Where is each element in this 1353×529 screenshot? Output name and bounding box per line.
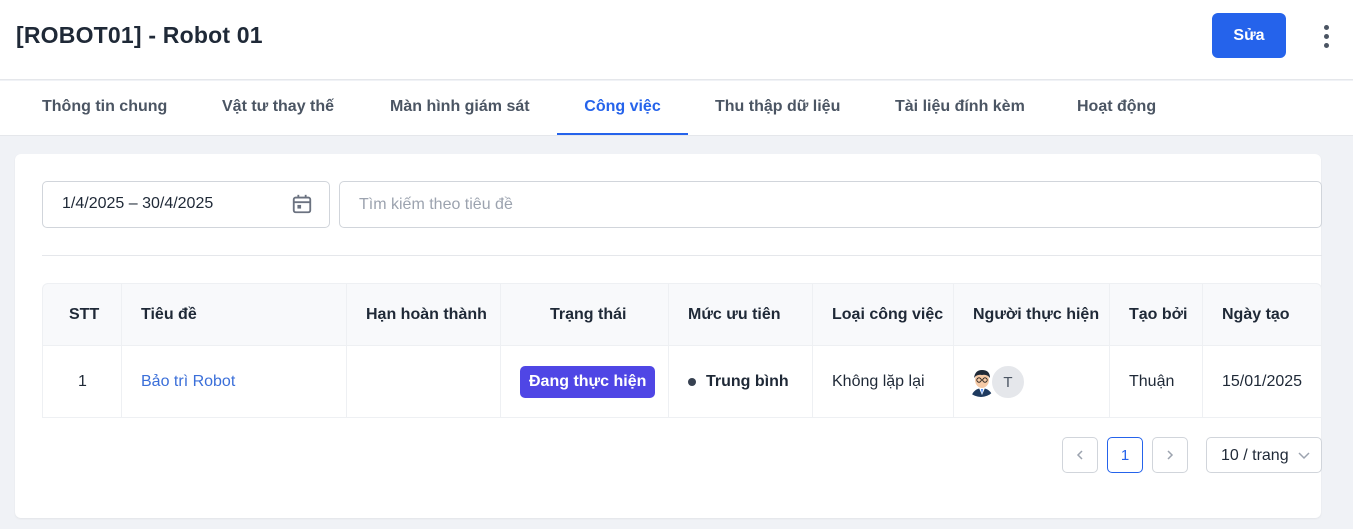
tab-activity[interactable]: Hoạt động [1077, 81, 1156, 135]
page-header: [ROBOT01] - Robot 01 Sửa [0, 0, 1353, 80]
column-header-priority: Mức ưu tiên [688, 306, 781, 323]
date-range-picker[interactable]: 1/4/2025 – 30/4/2025 [42, 181, 330, 228]
table-header: STT Tiêu đề Hạn hoàn thành Trạng thái Mứ… [42, 283, 1322, 346]
tab-replacement-parts[interactable]: Vật tư thay thế [222, 81, 334, 135]
cell-stt: 1 [78, 372, 87, 390]
column-divider [812, 283, 813, 418]
tab-tasks[interactable]: Công việc [557, 81, 688, 135]
chevron-right-icon [1167, 450, 1174, 460]
tab-monitoring-screen[interactable]: Màn hình giám sát [390, 81, 530, 135]
edit-button[interactable]: Sửa [1212, 13, 1286, 58]
table-row[interactable]: 1 Bảo trì Robot Đang thực hiện Trung bìn… [42, 346, 1322, 418]
priority-label: Trung bình [706, 372, 789, 390]
cell-priority: Trung bình [688, 346, 789, 417]
cell-status: Đang thực hiện [520, 346, 656, 417]
prev-page-button[interactable] [1062, 437, 1098, 473]
column-header-created-by: Tạo bởi [1129, 306, 1188, 323]
chevron-left-icon [1076, 450, 1083, 460]
date-range-value: 1/4/2025 – 30/4/2025 [62, 195, 214, 212]
column-divider [500, 283, 501, 418]
column-divider [1202, 283, 1203, 418]
cell-created-at: 15/01/2025 [1222, 372, 1303, 390]
page-size-value: 10 / trang [1221, 447, 1289, 464]
chevron-down-icon [1298, 452, 1310, 460]
search-input[interactable] [339, 181, 1322, 228]
column-header-due: Hạn hoàn thành [366, 306, 487, 323]
column-header-title: Tiêu đề [141, 306, 197, 323]
divider [42, 255, 1322, 256]
tab-data-collection[interactable]: Thu thập dữ liệu [715, 81, 840, 135]
status-badge: Đang thực hiện [520, 365, 656, 398]
task-title-link[interactable]: Bảo trì Robot [141, 373, 235, 391]
cell-created-by: Thuận [1129, 372, 1175, 390]
cell-type: Không lặp lại [832, 372, 925, 390]
column-header-status: Trạng thái [550, 306, 627, 323]
next-page-button[interactable] [1152, 437, 1188, 473]
column-divider [346, 283, 347, 418]
column-divider [121, 283, 122, 418]
column-header-stt: STT [69, 306, 100, 323]
priority-dot-icon [688, 377, 696, 386]
tab-general-info[interactable]: Thông tin chung [42, 81, 167, 135]
page-1-button[interactable]: 1 [1107, 437, 1143, 473]
assignee-initial-avatar[interactable]: T [990, 364, 1026, 400]
cell-assignee: T [954, 346, 1110, 417]
column-divider [1109, 283, 1110, 418]
column-header-created-at: Ngày tạo [1222, 306, 1290, 323]
calendar-icon [292, 194, 312, 214]
tab-attachments[interactable]: Tài liệu đính kèm [895, 81, 1025, 135]
cell-title: Bảo trì Robot [141, 346, 235, 417]
column-header-assignee: Người thực hiện [973, 306, 1100, 323]
tab-bar: Thông tin chung Vật tư thay thế Màn hình… [0, 81, 1353, 136]
page-size-select[interactable]: 10 / trang [1206, 437, 1322, 473]
column-divider [668, 283, 669, 418]
column-header-type: Loại công việc [832, 306, 944, 323]
column-divider [953, 283, 954, 418]
page-title: [ROBOT01] - Robot 01 [16, 22, 263, 48]
more-vertical-icon[interactable] [1314, 20, 1338, 52]
